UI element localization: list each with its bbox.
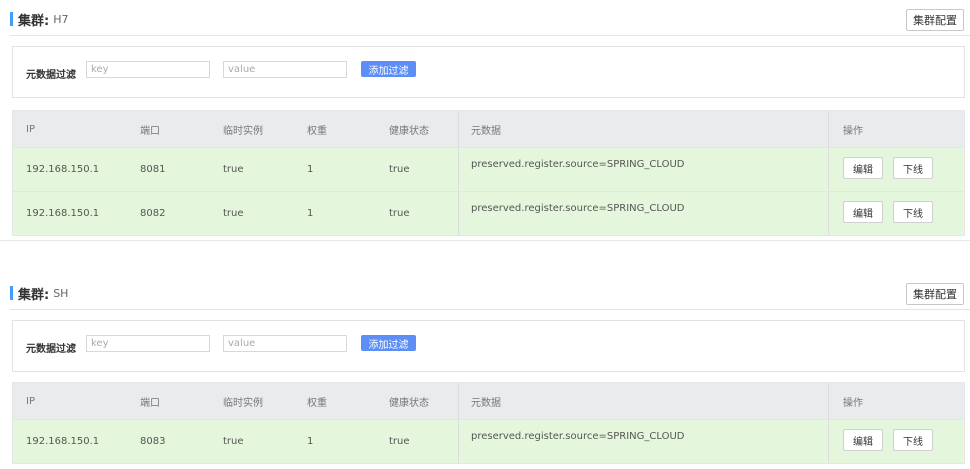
cluster-title: 集群: H7	[10, 9, 68, 29]
offline-button[interactable]: 下线	[893, 429, 933, 451]
cell-weight: 1	[307, 208, 314, 219]
edit-button[interactable]: 编辑	[843, 201, 883, 223]
col-actions: 操作	[843, 125, 863, 137]
offline-button[interactable]: 下线	[893, 157, 933, 179]
instance-table: IP 端口 临时实例 权重 健康状态 元数据 操作 192.168.150.1 …	[12, 382, 965, 464]
filter-label: 元数据过滤	[26, 344, 76, 355]
cluster-name: H7	[53, 12, 69, 26]
col-port: 端口	[140, 397, 160, 409]
instance-table: IP 端口 临时实例 权重 健康状态 元数据 操作 192.168.150.1 …	[12, 110, 965, 236]
filter-key-input[interactable]	[86, 61, 210, 78]
col-metadata: 元数据	[471, 125, 501, 137]
col-health: 健康状态	[389, 397, 429, 409]
title-accent-bar	[10, 286, 13, 300]
col-weight: 权重	[307, 397, 327, 409]
cell-ephemeral: true	[223, 436, 244, 447]
col-weight: 权重	[307, 125, 327, 137]
table-row: 192.168.150.1 8082 true 1 true preserved…	[13, 191, 964, 235]
cell-port: 8081	[140, 164, 166, 175]
title-accent-bar	[10, 12, 13, 26]
cell-health: true	[389, 164, 410, 175]
col-ephemeral: 临时实例	[223, 125, 263, 137]
table-header: IP 端口 临时实例 权重 健康状态 元数据 操作	[13, 111, 964, 147]
cell-health: true	[389, 436, 410, 447]
table-header: IP 端口 临时实例 权重 健康状态 元数据 操作	[13, 383, 964, 419]
cluster-config-button[interactable]: 集群配置	[906, 9, 964, 31]
title-divider	[10, 35, 970, 36]
cell-health: true	[389, 208, 410, 219]
cell-ip: 192.168.150.1	[26, 164, 100, 175]
col-health: 健康状态	[389, 125, 429, 137]
table-row: 192.168.150.1 8081 true 1 true preserved…	[13, 147, 964, 191]
add-filter-button[interactable]: 添加过滤	[361, 61, 416, 77]
cluster-title: 集群: SH	[10, 283, 68, 303]
cell-ephemeral: true	[223, 164, 244, 175]
offline-button[interactable]: 下线	[893, 201, 933, 223]
filter-value-input[interactable]	[223, 61, 347, 78]
cell-metadata: preserved.register.source=SPRING_CLOUD	[471, 203, 685, 214]
cluster-name: SH	[53, 286, 69, 300]
col-ip: IP	[26, 123, 35, 135]
cell-ip: 192.168.150.1	[26, 436, 100, 447]
col-ephemeral: 临时实例	[223, 397, 263, 409]
cluster-prefix-label: 集群:	[18, 287, 50, 303]
filter-value-input[interactable]	[223, 335, 347, 352]
cell-metadata: preserved.register.source=SPRING_CLOUD	[471, 431, 685, 442]
cell-ip: 192.168.150.1	[26, 208, 100, 219]
add-filter-button[interactable]: 添加过滤	[361, 335, 416, 351]
metadata-filter-panel: 元数据过滤 添加过滤	[12, 46, 965, 98]
col-actions: 操作	[843, 397, 863, 409]
cell-metadata: preserved.register.source=SPRING_CLOUD	[471, 159, 685, 170]
filter-key-input[interactable]	[86, 335, 210, 352]
col-metadata: 元数据	[471, 397, 501, 409]
cell-ephemeral: true	[223, 208, 244, 219]
title-divider	[10, 309, 970, 310]
cell-port: 8083	[140, 436, 166, 447]
cell-weight: 1	[307, 164, 314, 175]
edit-button[interactable]: 编辑	[843, 157, 883, 179]
edit-button[interactable]: 编辑	[843, 429, 883, 451]
cell-port: 8082	[140, 208, 166, 219]
cluster-config-button[interactable]: 集群配置	[906, 283, 964, 305]
col-ip: IP	[26, 395, 35, 407]
table-row: 192.168.150.1 8083 true 1 true preserved…	[13, 419, 964, 463]
filter-label: 元数据过滤	[26, 70, 76, 81]
metadata-filter-panel: 元数据过滤 添加过滤	[12, 320, 965, 372]
cell-weight: 1	[307, 436, 314, 447]
cluster-prefix-label: 集群:	[18, 13, 50, 29]
cluster-separator	[0, 240, 970, 241]
col-port: 端口	[140, 125, 160, 137]
